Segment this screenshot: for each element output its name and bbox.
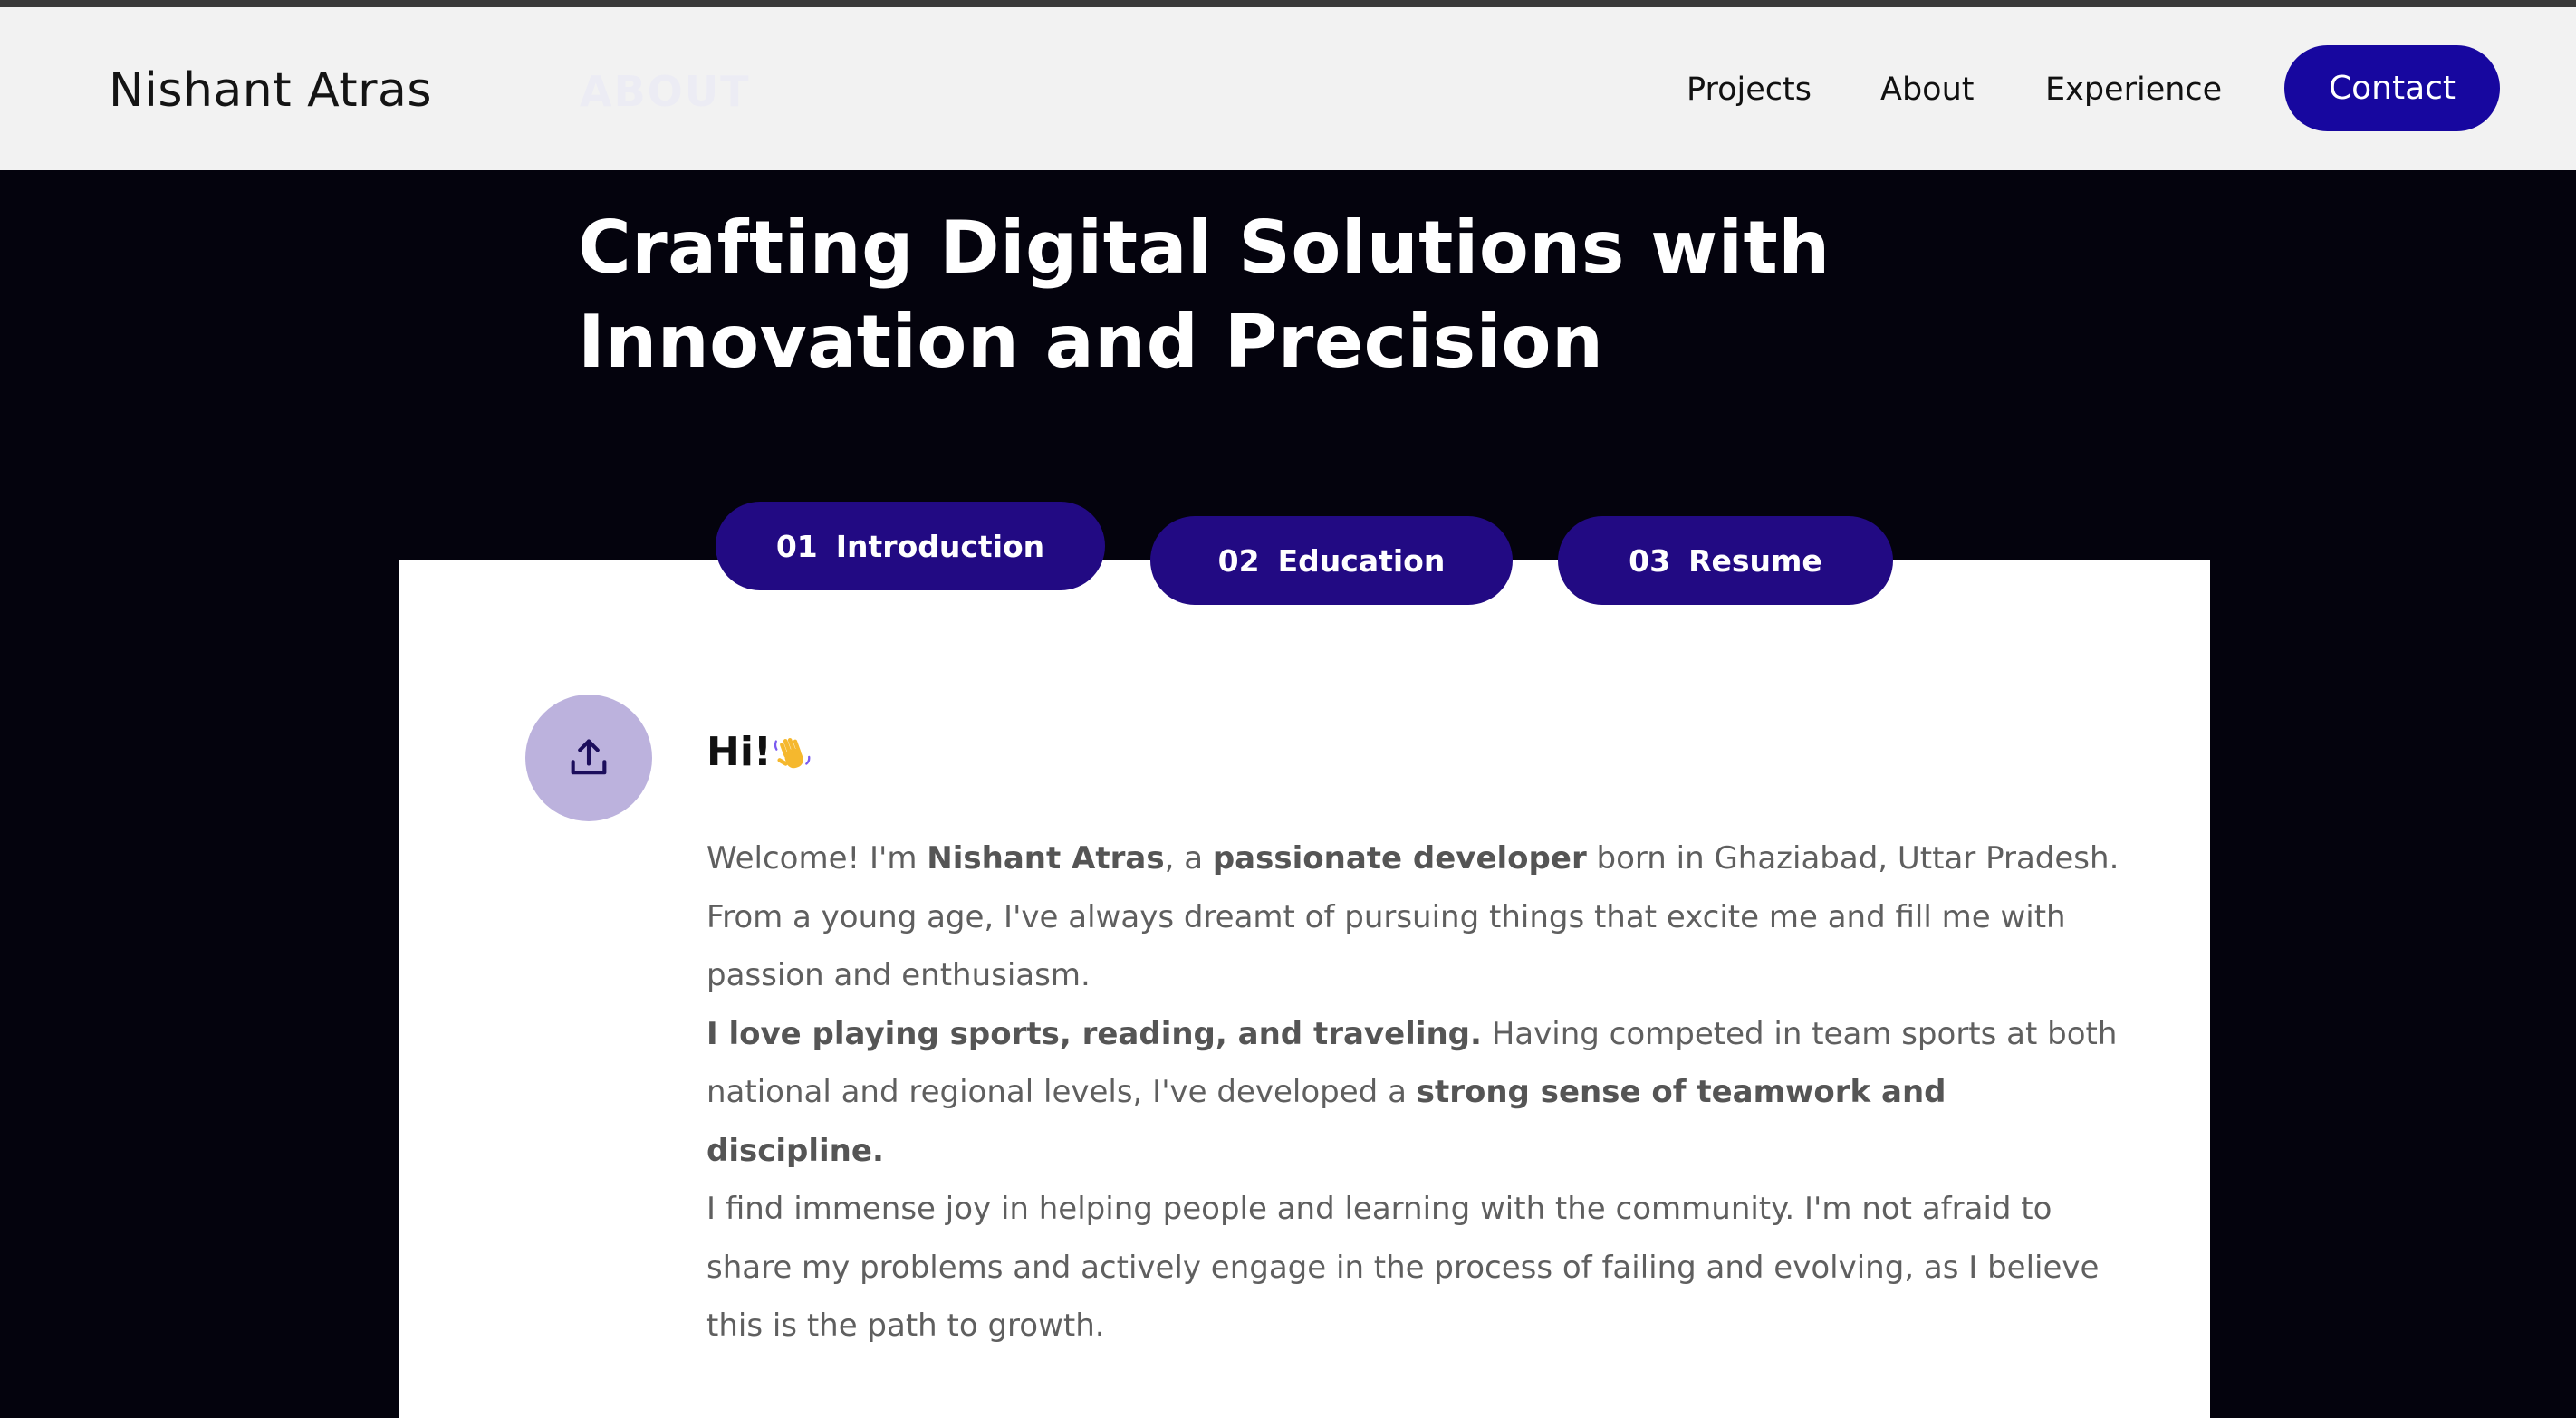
nav-link-projects[interactable]: Projects [1687, 72, 1812, 108]
hero-title-line-1: Crafting Digital Solutions with [578, 205, 1831, 290]
contact-button[interactable]: Contact [2284, 45, 2500, 131]
navbar: Nishant Atras ABOUT Projects About Exper… [0, 7, 2576, 170]
bold-phrase: I love playing sports, reading, and trav… [706, 1015, 1482, 1052]
tab-education[interactable]: 02 Education [1150, 516, 1513, 605]
hero-title: Crafting Digital Solutions with Innovati… [578, 201, 1846, 389]
greeting-text: Hi! [706, 729, 772, 775]
intro-paragraph-3: I find immense joy in helping people and… [706, 1191, 2100, 1344]
window-top-border [0, 0, 2576, 7]
text-run: , a [1164, 840, 1213, 877]
tab-label: Resume [1688, 542, 1822, 579]
tab-label: Education [1277, 542, 1446, 579]
nav-link-about[interactable]: About [1880, 72, 1974, 108]
intro-paragraph-2: I love playing sports, reading, and trav… [706, 1005, 2119, 1181]
tab-resume[interactable]: 03 Resume [1558, 516, 1893, 605]
nav-link-experience[interactable]: Experience [2045, 72, 2222, 108]
tab-number: 02 [1217, 542, 1260, 579]
greeting-heading: Hi! [706, 729, 813, 775]
waving-hand-icon [774, 738, 811, 769]
tab-number: 03 [1629, 542, 1671, 579]
upload-icon-badge[interactable] [525, 695, 652, 821]
upload-icon [571, 739, 607, 775]
tab-number: 01 [775, 528, 818, 564]
hero-title-line-2: Innovation and Precision [578, 299, 1604, 384]
intro-paragraph-1: Welcome! I'm Nishant Atras, a passionate… [706, 829, 2119, 1005]
page: Nishant Atras ABOUT Projects About Exper… [0, 0, 2576, 1418]
section-label: ABOUT [580, 67, 751, 116]
brand-logo-text[interactable]: Nishant Atras [109, 63, 432, 118]
tab-label: Introduction [835, 528, 1045, 564]
introduction-body: Welcome! I'm Nishant Atras, a passionate… [706, 829, 2119, 1356]
tab-introduction[interactable]: 01 Introduction [716, 502, 1105, 590]
bold-name: Nishant Atras [927, 840, 1165, 877]
text-run: Welcome! I'm [706, 840, 928, 877]
bold-phrase: passionate developer [1212, 840, 1587, 877]
